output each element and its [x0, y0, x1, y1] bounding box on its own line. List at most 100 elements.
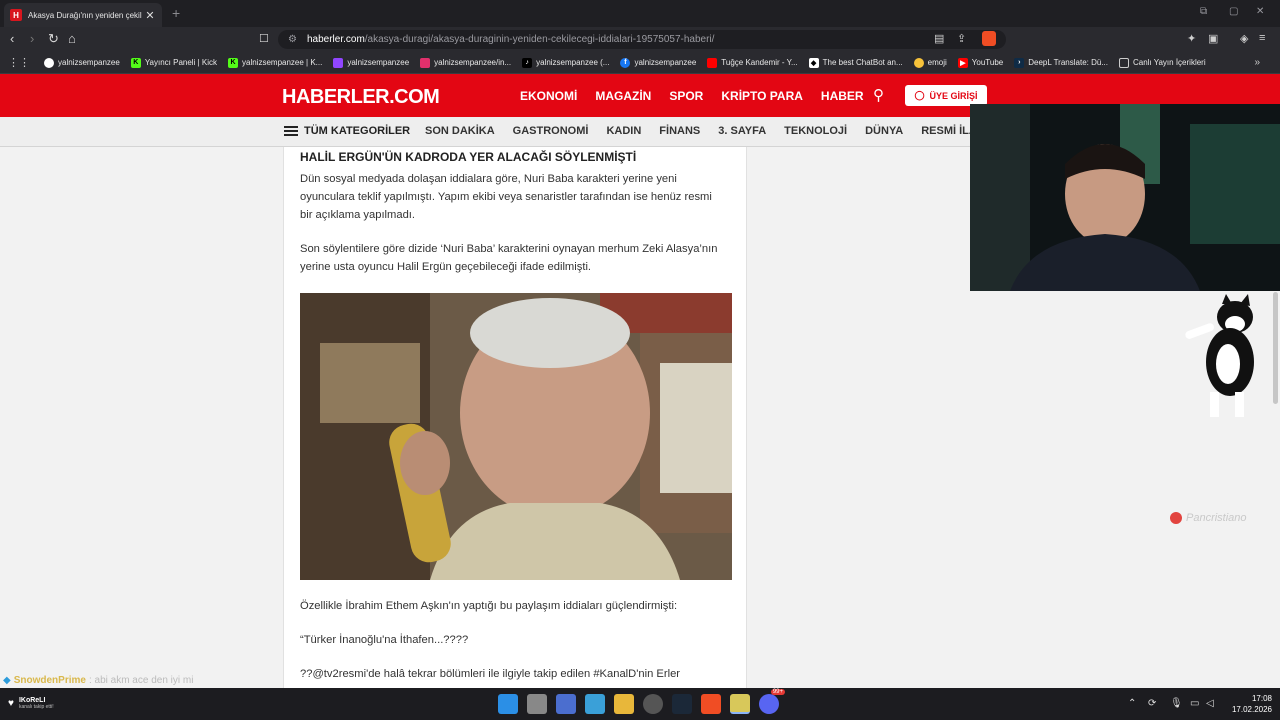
share-icon[interactable]: ⇪: [957, 32, 966, 45]
file-explorer-icon[interactable]: [614, 694, 634, 714]
back-icon[interactable]: ‹: [10, 31, 14, 47]
category-dunya[interactable]: DÜNYA: [865, 125, 903, 137]
streamer-webcam: [970, 104, 1280, 291]
brave-shields-icon[interactable]: [982, 31, 996, 46]
kick-icon: K: [130, 57, 141, 68]
tab-search-icon[interactable]: ⧉: [1200, 6, 1207, 17]
extensions-icon[interactable]: ✦: [1187, 32, 1196, 45]
bookmark-item[interactable]: f yalnizsempanzee: [620, 57, 696, 68]
chatbot-icon: ◆: [808, 57, 819, 68]
article-body: HALİL ERGÜN'ÜN KADRODA YER ALACAĞI SÖYLE…: [283, 147, 747, 688]
bookmarks-bar: ⋮⋮ yalnizsempanzee K Yayıncı Paneli | Kic…: [0, 52, 1280, 74]
emoji-icon: [913, 57, 924, 68]
close-window-icon[interactable]: ✕: [1256, 6, 1264, 17]
close-tab-icon[interactable]: ✕: [144, 9, 156, 22]
notification-text: kanalı takip etti!: [18, 704, 54, 710]
watermark-logo-icon: [1170, 512, 1182, 524]
tab-title: Akasya Durağı'nın yeniden çekil: [28, 10, 142, 20]
scrollbar-thumb[interactable]: [1273, 292, 1278, 404]
network-icon[interactable]: ▭: [1190, 698, 1199, 709]
kick-icon: K: [228, 57, 238, 68]
category-son-dakika[interactable]: SON DAKİKA: [425, 125, 495, 137]
clock-date: 17.02.2026: [1231, 705, 1272, 714]
media-player-icon[interactable]: [730, 694, 750, 714]
home-icon[interactable]: ⌂: [68, 31, 76, 47]
sync-icon[interactable]: ⟳: [1148, 698, 1156, 709]
bookmarks-overflow-icon[interactable]: »: [1254, 57, 1260, 68]
bookmark-item[interactable]: › DeepL Translate: Dü...: [1014, 57, 1108, 68]
nav-magazin[interactable]: MAGAZİN: [595, 89, 651, 103]
bookmark-item[interactable]: Tuğçe Kandemir - Y...: [707, 57, 798, 68]
bookmark-item[interactable]: yalnizsempanzee: [44, 57, 120, 68]
chat-badge-icon: ◆: [3, 675, 11, 686]
apps-grid-icon[interactable]: ⋮⋮: [8, 56, 30, 69]
category-finans[interactable]: FİNANS: [659, 125, 700, 137]
new-tab-icon[interactable]: +: [172, 5, 180, 21]
brave-icon[interactable]: [701, 694, 721, 714]
page-scrollbar[interactable]: [1272, 74, 1278, 688]
bookmark-item[interactable]: yalnizsempanzee/in...: [420, 57, 511, 68]
chat-message: ◆ SnowdenPrime : abi akm ace den iyi mi: [3, 675, 193, 686]
bookmark-item[interactable]: ♪ yalnizsempanzee (...: [522, 57, 609, 68]
category-kadin[interactable]: KADIN: [606, 125, 641, 137]
article-paragraph: ??@tv2resmi'de halâ tekrar bölümleri ile…: [300, 668, 681, 680]
heart-icon: ♥: [8, 698, 14, 709]
photos-icon[interactable]: [556, 694, 576, 714]
twitch-icon: [333, 57, 344, 68]
nav-ekonomi[interactable]: EKONOMİ: [520, 89, 577, 103]
bookmark-item[interactable]: K Yayıncı Paneli | Kick: [130, 57, 217, 68]
bookmark-item[interactable]: yalnizsempanzee: [333, 57, 409, 68]
address-bar[interactable]: ⚙ haberler.com/akasya-duragi/akasya-dura…: [278, 30, 1006, 49]
browser-toolbar: ‹ › ↻ ⌂ ☐ ⚙ haberler.com/akasya-duragi/a…: [0, 27, 1280, 52]
forward-icon[interactable]: ›: [30, 31, 34, 47]
haberler-favicon-icon: H: [10, 9, 22, 21]
google-icon: [44, 57, 54, 68]
category-gastronomi[interactable]: GASTRONOMİ: [513, 125, 589, 137]
discord-icon[interactable]: 99+: [759, 689, 785, 714]
category-3-sayfa[interactable]: 3. SAYFA: [718, 125, 766, 137]
login-button[interactable]: ◯ ÜYE GİRİŞİ: [905, 85, 987, 106]
vpn-icon[interactable]: ◈: [1240, 32, 1248, 45]
nav-spor[interactable]: SPOR: [669, 89, 703, 103]
article-paragraph: Özellikle İbrahim Ethem Aşkın'ın yaptığı…: [300, 600, 678, 612]
menu-icon[interactable]: ≡: [1259, 32, 1265, 44]
steam-icon[interactable]: [672, 694, 692, 714]
instagram-icon: [420, 57, 431, 68]
search-icon[interactable]: ⚲: [873, 86, 884, 104]
maximize-icon[interactable]: ▢: [1229, 6, 1238, 17]
gallery-icon[interactable]: [585, 694, 605, 714]
reader-mode-icon[interactable]: ▤: [934, 32, 944, 45]
bookmark-icon[interactable]: ☐: [259, 31, 269, 47]
category-teknoloji[interactable]: TEKNOLOJİ: [784, 125, 847, 137]
bookmark-item[interactable]: ◆ The best ChatBot an...: [808, 57, 903, 68]
notification-user: IKoReLI: [18, 697, 46, 704]
reload-icon[interactable]: ↻: [48, 31, 59, 47]
volume-icon[interactable]: ◁: [1206, 698, 1214, 709]
nav-haber[interactable]: HABER: [821, 89, 864, 103]
url-domain: haberler.com: [306, 34, 365, 45]
browser-tab[interactable]: H Akasya Durağı'nın yeniden çekil ✕: [4, 3, 162, 27]
bookmark-folder[interactable]: Canlı Yayın İçerikleri: [1118, 57, 1206, 68]
site-info-icon[interactable]: ⚙: [288, 34, 297, 45]
browser-tab-bar: H Akasya Durağı'nın yeniden çekil ✕ + ⧉ …: [0, 0, 1280, 27]
article-paragraph: “Türker İnanoğlu'na İthafen...????: [300, 634, 469, 646]
nav-kripto-para[interactable]: KRİPTO PARA: [721, 89, 803, 103]
microphone-icon[interactable]: 🎙: [1170, 698, 1183, 709]
system-clock[interactable]: 17:08 17.02.2026: [1226, 693, 1272, 715]
site-logo[interactable]: HABERLER.COM: [282, 86, 440, 109]
bookmark-item[interactable]: ▶ YouTube: [957, 57, 1003, 68]
tray-overflow-icon[interactable]: ⌃: [1128, 698, 1136, 709]
bookmark-item[interactable]: emoji: [913, 57, 947, 68]
category-links: SON DAKİKA GASTRONOMİ KADIN FİNANS 3. SA…: [416, 125, 1016, 137]
article-paragraph: Dün sosyal medyada dolaşan iddialara gör…: [300, 173, 712, 221]
start-icon[interactable]: [498, 694, 518, 714]
obs-icon[interactable]: [643, 694, 663, 714]
sidebar-icon[interactable]: ▣: [1208, 32, 1218, 45]
man-on-phone-photo: [300, 293, 732, 580]
task-view-icon[interactable]: [527, 694, 547, 714]
youtube-icon: [707, 57, 718, 68]
article-photo: [300, 293, 732, 580]
bookmark-item[interactable]: Kyalnizsempanzee | K...: [228, 57, 322, 68]
tiktok-icon: ♪: [522, 57, 533, 68]
all-categories-button[interactable]: TÜM KATEGORİLER: [284, 125, 410, 137]
